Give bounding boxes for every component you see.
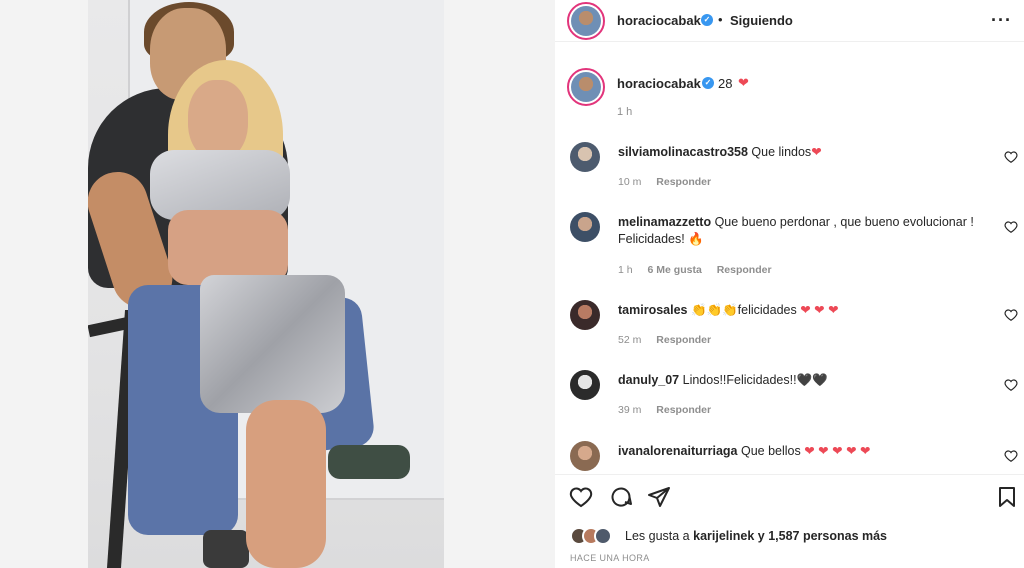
commenter-avatar[interactable] (570, 212, 600, 242)
comment-emoji: ❤ (811, 145, 822, 159)
woman-skirt (200, 275, 345, 413)
woman-midriff (168, 210, 288, 285)
comment-text: 👏👏👏felicidades (690, 303, 797, 317)
comment-emoji: 🖤🖤 (796, 373, 828, 387)
woman-face (188, 80, 248, 160)
post-photo[interactable] (88, 0, 444, 568)
comment-text: Que bellos (740, 444, 801, 458)
likes-user-link[interactable]: karijelinek (693, 529, 754, 543)
commenter-username[interactable]: melinamazzetto (618, 215, 711, 229)
comment-likes-count[interactable]: 6 Me gusta (648, 264, 702, 276)
comment-like-icon[interactable] (1004, 449, 1018, 463)
caption-text: 28 (718, 76, 733, 91)
author-avatar[interactable] (567, 2, 605, 40)
post-timestamp[interactable]: HACE UNA HORA (570, 553, 650, 563)
comment-like-icon[interactable] (1004, 378, 1018, 392)
man-shoe (328, 445, 410, 479)
likes-count[interactable]: y 1,587 personas más (758, 529, 887, 543)
comment-body: melinamazzetto Que bueno perdonar , que … (618, 214, 998, 248)
comment-emoji: ❤ ❤ ❤ (800, 303, 839, 317)
commenter-avatar[interactable] (570, 370, 600, 400)
post-side-panel: horaciocabak ✓ • Siguiendo ··· horacioca… (555, 0, 1024, 568)
comment-text: Que lindos (751, 145, 812, 159)
comment-time: 10 m (618, 176, 642, 188)
commenter-username[interactable]: danuly_07 (618, 373, 679, 387)
comment-like-icon[interactable] (1004, 150, 1018, 164)
comment-emoji: 🔥 (688, 232, 704, 246)
verified-badge-icon: ✓ (701, 14, 713, 26)
reply-button[interactable]: Responder (656, 404, 711, 416)
author-avatar-image (571, 6, 601, 36)
comment-body: ivanalorenaiturriaga Que bellos ❤ ❤ ❤ ❤ … (618, 443, 998, 460)
share-icon[interactable] (647, 485, 671, 509)
likes-text: Les gusta a karijelinek y 1,587 personas… (625, 529, 887, 543)
caption-username[interactable]: horaciocabak (617, 76, 701, 91)
commenter-avatar[interactable] (570, 142, 600, 172)
comment-body: danuly_07 Lindos!!Felicidades!!🖤🖤 (618, 372, 998, 389)
likes-prefix: Les gusta a (625, 529, 690, 543)
caption-avatar-image (571, 72, 601, 102)
following-button[interactable]: Siguiendo (730, 13, 793, 28)
comment-icon[interactable] (609, 485, 633, 509)
comment-body: silviamolinacastro358 Que lindos❤ (618, 144, 998, 161)
post-header: horaciocabak ✓ • Siguiendo ··· (555, 0, 1024, 42)
caption-verified-icon: ✓ (702, 77, 714, 89)
comment-time: 1 h (618, 264, 633, 276)
commenter-username[interactable]: ivanalorenaiturriaga (618, 444, 738, 458)
man-shoe-back (203, 530, 249, 568)
commenter-username[interactable]: tamirosales (618, 303, 687, 317)
comment-meta: 39 m Responder (618, 404, 723, 416)
reply-button[interactable]: Responder (656, 334, 711, 346)
liker-avatar (594, 527, 612, 545)
comment-meta: 52 m Responder (618, 334, 723, 346)
caption-time: 1 h (617, 106, 633, 118)
bookmark-icon[interactable] (995, 485, 1019, 509)
comment-time: 39 m (618, 404, 642, 416)
comment-like-icon[interactable] (1004, 220, 1018, 234)
commenter-avatar[interactable] (570, 441, 600, 471)
comment-text: Lindos!!Felicidades!! (682, 373, 797, 387)
comment-emoji: ❤ ❤ ❤ ❤ ❤ (804, 444, 871, 458)
reply-button[interactable]: Responder (656, 176, 711, 188)
comment-meta: 1 h 6 Me gusta Responder (618, 264, 784, 276)
comment-body: tamirosales 👏👏👏felicidades ❤ ❤ ❤ (618, 302, 998, 319)
woman-legs (246, 400, 326, 568)
heart-outline-icon[interactable] (569, 485, 593, 509)
more-options-icon[interactable]: ··· (991, 10, 1012, 31)
comment-like-icon[interactable] (1004, 308, 1018, 322)
commenter-avatar[interactable] (570, 300, 600, 330)
caption-avatar[interactable] (567, 68, 605, 106)
header-separator: • (718, 12, 723, 27)
author-username[interactable]: horaciocabak (617, 13, 701, 28)
commenter-username[interactable]: silviamolinacastro358 (618, 145, 748, 159)
caption-heart-emoji: ❤ (738, 75, 749, 90)
post-actions: Les gusta a karijelinek y 1,587 personas… (555, 474, 1024, 568)
reply-button[interactable]: Responder (717, 264, 772, 276)
comment-meta: 10 m Responder (618, 176, 723, 188)
comment-time: 52 m (618, 334, 642, 346)
